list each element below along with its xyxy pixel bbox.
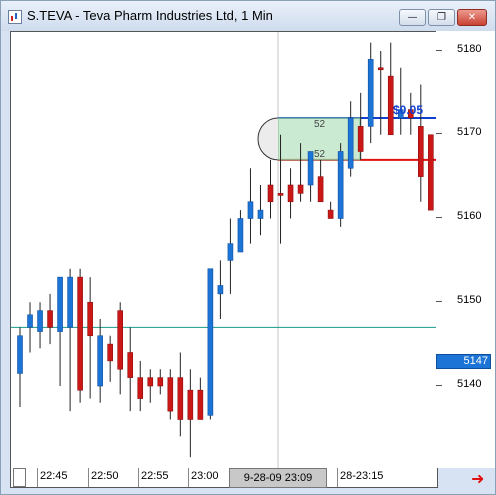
- candle-body: [357, 126, 364, 152]
- candle-body: [307, 151, 314, 186]
- candle-body: [57, 276, 63, 332]
- candle-body: [227, 243, 234, 261]
- y-label-5160: 5160: [457, 210, 482, 222]
- candle-body: [347, 117, 354, 169]
- current-price-tag: 5147: [436, 354, 491, 369]
- candle-body: [327, 209, 334, 219]
- candle-body: [267, 184, 274, 203]
- candle-body: [97, 335, 103, 387]
- y-tick: [436, 301, 442, 302]
- x-label: 22:55: [141, 470, 169, 482]
- candle-body: [157, 377, 164, 387]
- candle-body: [197, 389, 204, 420]
- candle-body: [177, 377, 184, 420]
- candle-body: [77, 276, 83, 391]
- x-tick: [88, 468, 89, 487]
- candle-body: [137, 377, 144, 399]
- candle-body: [428, 134, 434, 211]
- candle-body: [147, 377, 154, 387]
- scroll-handle[interactable]: [13, 468, 26, 487]
- x-tick: [188, 468, 189, 487]
- crosshair-time-label: 9-28-09 23:09: [229, 468, 327, 488]
- candle-body: [207, 268, 214, 416]
- minimize-button[interactable]: —: [399, 9, 426, 26]
- candle-body: [237, 218, 244, 253]
- candle-body: [127, 352, 134, 378]
- window-title: S.TEVA - Teva Pharm Industries Ltd, 1 Mi…: [27, 8, 273, 23]
- candle-body: [317, 176, 324, 203]
- scroll-right-arrow-icon[interactable]: ➜: [471, 469, 484, 488]
- candle-body: [47, 310, 53, 328]
- candle-body: [187, 389, 194, 420]
- candle-body: [17, 335, 23, 374]
- y-label-5150: 5150: [457, 294, 482, 306]
- title-bar[interactable]: S.TEVA - Teva Pharm Industries Ltd, 1 Mi…: [1, 1, 495, 31]
- candle-body: [297, 184, 304, 194]
- candle-body: [287, 184, 294, 203]
- candle-body: [37, 310, 43, 332]
- close-button[interactable]: ✕: [457, 9, 487, 26]
- candle-body: [27, 314, 33, 328]
- y-tick: [436, 133, 442, 134]
- candle-body: [257, 209, 264, 219]
- y-tick: [436, 217, 442, 218]
- candle-body: [277, 193, 284, 196]
- x-label: 22:45: [40, 470, 68, 482]
- candle-body: [67, 276, 73, 328]
- range-handle: [257, 117, 279, 161]
- app-chart-icon: [8, 10, 22, 24]
- maximize-button[interactable]: ❐: [428, 9, 455, 26]
- candle-body: [367, 59, 374, 127]
- price-axis[interactable]: 5180 5170 5160 5150 5140 5147: [436, 31, 495, 468]
- y-label-5140: 5140: [457, 378, 482, 390]
- candle-body: [107, 343, 113, 362]
- blue-level-label: $0.05: [393, 103, 423, 117]
- candle-body: [417, 126, 424, 177]
- candlestick-chart[interactable]: $0.05 52 52: [11, 32, 444, 469]
- y-label-5180: 5180: [457, 43, 482, 55]
- candle-body: [217, 285, 224, 295]
- y-tick: [436, 50, 442, 51]
- plot-area[interactable]: $0.05 52 52: [10, 31, 444, 470]
- x-label: 22:50: [91, 470, 119, 482]
- time-axis[interactable]: 22:45 22:50 22:55 23:00 9-28-09 23:09 28…: [10, 468, 438, 488]
- x-tick: [37, 468, 38, 487]
- candle-body: [247, 201, 254, 219]
- x-tick: [337, 468, 338, 487]
- y-label-5170: 5170: [457, 126, 482, 138]
- box-bottom-label: 52: [314, 149, 326, 160]
- candle-body: [337, 151, 344, 219]
- candle-body: [377, 67, 384, 71]
- x-label: 23:00: [191, 470, 219, 482]
- chart-window: S.TEVA - Teva Pharm Industries Ltd, 1 Mi…: [0, 0, 496, 495]
- candle-body: [87, 301, 93, 337]
- candle-body: [117, 310, 123, 370]
- x-tick: [138, 468, 139, 487]
- candle-body: [167, 377, 174, 412]
- y-tick: [436, 385, 442, 386]
- x-label: 28-23:15: [340, 470, 384, 482]
- box-top-label: 52: [314, 119, 326, 130]
